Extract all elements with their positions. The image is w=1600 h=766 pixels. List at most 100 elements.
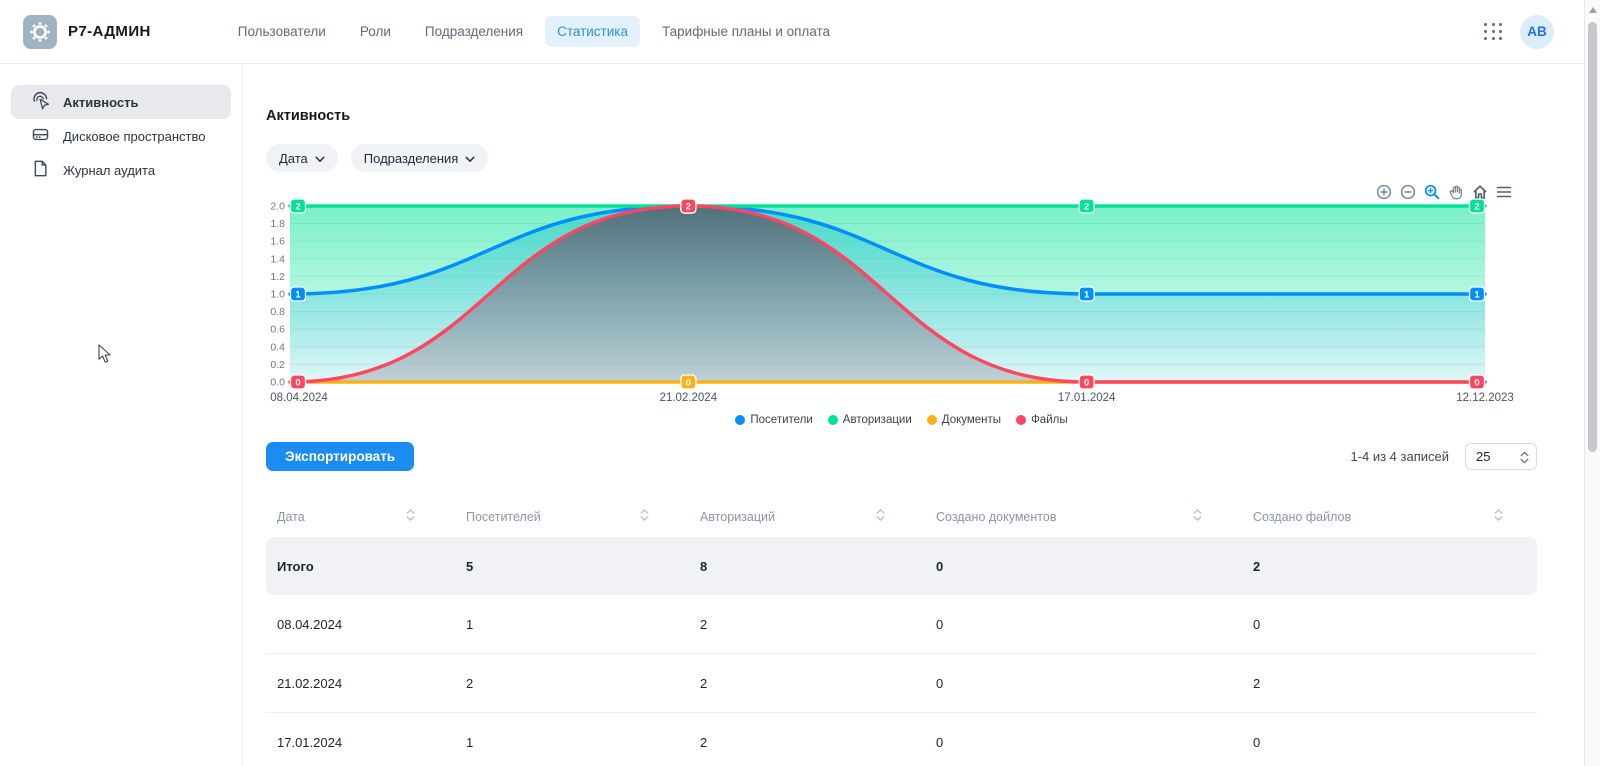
svg-text:1.2: 1.2	[270, 271, 285, 283]
svg-text:2.0: 2.0	[270, 201, 285, 213]
nav-tab-3[interactable]: Статистика	[545, 16, 640, 47]
svg-text:0.2: 0.2	[270, 359, 285, 371]
table-row-0: 08.04.20241200	[266, 595, 1537, 654]
page-title: Активность	[266, 108, 1537, 124]
app-window: Р7-АДМИН ПользователиРолиПодразделенияСт…	[0, 0, 1600, 766]
sort-icon[interactable]	[406, 508, 415, 525]
sidebar-item-2[interactable]: Журнал аудита	[11, 153, 231, 187]
activity-chart-card: 2.01.81.61.41.21.00.80.60.40.20.0 1 2 1 …	[266, 184, 1537, 428]
reset-home-icon[interactable]	[1471, 184, 1488, 200]
chevron-down-icon	[315, 151, 325, 166]
svg-text:0.6: 0.6	[270, 324, 285, 336]
apps-grid-icon[interactable]	[1484, 23, 1503, 40]
sidebar-item-0[interactable]: Активность	[11, 85, 231, 119]
audit-journal-icon	[31, 159, 50, 181]
svg-text:0.4: 0.4	[270, 341, 285, 353]
sidebar-item-label: Журнал аудита	[63, 163, 155, 178]
table-cell: 17.01.2024	[266, 735, 455, 750]
selection-zoom-icon[interactable]	[1423, 184, 1440, 200]
legend-item-3[interactable]: Файлы	[1016, 414, 1068, 426]
sidebar-item-1[interactable]: Дисковое пространство	[11, 119, 231, 153]
svg-text:1.6: 1.6	[270, 236, 285, 248]
legend-label: Посетители	[750, 414, 812, 426]
pan-icon[interactable]	[1447, 184, 1464, 200]
select-spinner-icon	[1520, 451, 1529, 464]
main-nav: Пользователи Роли Подразделения Статистика Т…	[226, 16, 842, 47]
top-navbar: Р7-АДМИН ПользователиРолиПодразделенияСт…	[0, 0, 1584, 64]
svg-text:1: 1	[1474, 290, 1480, 301]
legend-dot-icon	[735, 415, 745, 425]
menu-icon[interactable]	[1495, 184, 1512, 200]
table-column-header-0[interactable]: Дата	[266, 508, 455, 525]
table-cell: Итого	[266, 559, 455, 574]
table-cell: 1	[455, 735, 689, 750]
avatar[interactable]: АВ	[1520, 15, 1554, 49]
activity-click-icon	[31, 91, 50, 113]
table-cell: 0	[925, 676, 1242, 691]
filter-label: Подразделения	[364, 151, 459, 166]
legend-item-0[interactable]: Посетители	[735, 414, 812, 426]
nav-tab-2[interactable]: Подразделения	[413, 16, 535, 47]
svg-text:12.12.2023: 12.12.2023	[1456, 392, 1514, 404]
table-cell: 8	[689, 559, 925, 574]
table-column-header-1[interactable]: Посетителей	[455, 508, 689, 525]
activity-area-chart[interactable]: 2.01.81.61.41.21.00.80.60.40.20.0 1 2 1 …	[266, 200, 1537, 410]
legend-item-2[interactable]: Документы	[927, 414, 1001, 426]
sort-icon[interactable]	[876, 508, 885, 525]
filter-pill-0[interactable]: Дата	[266, 144, 338, 172]
sort-icon[interactable]	[640, 508, 649, 525]
svg-text:2: 2	[1474, 202, 1479, 213]
scrollbar-up-arrow-icon[interactable]	[1589, 7, 1597, 13]
svg-text:1.0: 1.0	[270, 289, 285, 301]
window-scrollbar[interactable]	[1584, 0, 1600, 766]
sidebar-item-label: Дисковое пространство	[63, 129, 206, 144]
scrollbar-thumb[interactable]	[1588, 22, 1597, 452]
svg-text:0.8: 0.8	[270, 306, 285, 318]
table-cell: 2	[1242, 676, 1537, 691]
nav-tab-0[interactable]: Пользователи	[226, 16, 338, 47]
zoom-in-icon[interactable]	[1375, 184, 1392, 200]
svg-text:1: 1	[1084, 290, 1090, 301]
table-column-header-3[interactable]: Создано документов	[925, 508, 1242, 525]
legend-label: Авторизации	[843, 414, 912, 426]
legend-dot-icon	[828, 415, 838, 425]
chevron-down-icon	[465, 151, 475, 166]
table-row-1: 21.02.20242202	[266, 654, 1537, 713]
svg-text:0: 0	[686, 378, 691, 389]
records-area: 1-4 из 4 записей 25	[1350, 443, 1537, 470]
table-cell: 21.02.2024	[266, 676, 455, 691]
export-row: Экспортировать 1-4 из 4 записей 25	[266, 442, 1537, 471]
legend-item-1[interactable]: Авторизации	[828, 414, 912, 426]
svg-text:21.02.2024: 21.02.2024	[660, 392, 718, 404]
disk-icon	[31, 125, 50, 147]
svg-text:08.04.2024: 08.04.2024	[270, 392, 328, 404]
page-size-select[interactable]: 25	[1465, 443, 1537, 470]
page-size-value: 25	[1476, 449, 1490, 464]
legend-dot-icon	[1016, 415, 1026, 425]
legend-label: Документы	[942, 414, 1001, 426]
filter-pill-1[interactable]: Подразделения	[351, 144, 489, 172]
table-column-header-4[interactable]: Создано файлов	[1242, 508, 1537, 525]
column-label: Посетителей	[466, 510, 541, 524]
table-cell: 08.04.2024	[266, 617, 455, 632]
nav-tab-1[interactable]: Роли	[348, 16, 403, 47]
zoom-out-icon[interactable]	[1399, 184, 1416, 200]
table-cell: 2	[689, 735, 925, 750]
activity-table: Дата Посетителей Авторизаций Создано док…	[266, 495, 1537, 766]
svg-text:0: 0	[1084, 378, 1089, 389]
sort-icon[interactable]	[1193, 508, 1202, 525]
svg-text:0: 0	[295, 378, 300, 389]
svg-text:2: 2	[295, 202, 300, 213]
export-button[interactable]: Экспортировать	[266, 442, 414, 471]
table-column-header-2[interactable]: Авторизаций	[689, 508, 925, 525]
svg-text:1: 1	[295, 290, 301, 301]
filters-row: Дата Подразделения	[266, 144, 1537, 172]
table-cell: 0	[1242, 617, 1537, 632]
column-label: Создано документов	[936, 510, 1056, 524]
legend-label: Файлы	[1031, 414, 1068, 426]
table-cell: 0	[925, 617, 1242, 632]
sidebar: Активность Дисковое пространство Журнал …	[0, 64, 243, 766]
nav-tab-4[interactable]: Тарифные планы и оплата	[650, 16, 842, 47]
sort-icon[interactable]	[1494, 508, 1503, 525]
column-label: Дата	[277, 510, 305, 524]
